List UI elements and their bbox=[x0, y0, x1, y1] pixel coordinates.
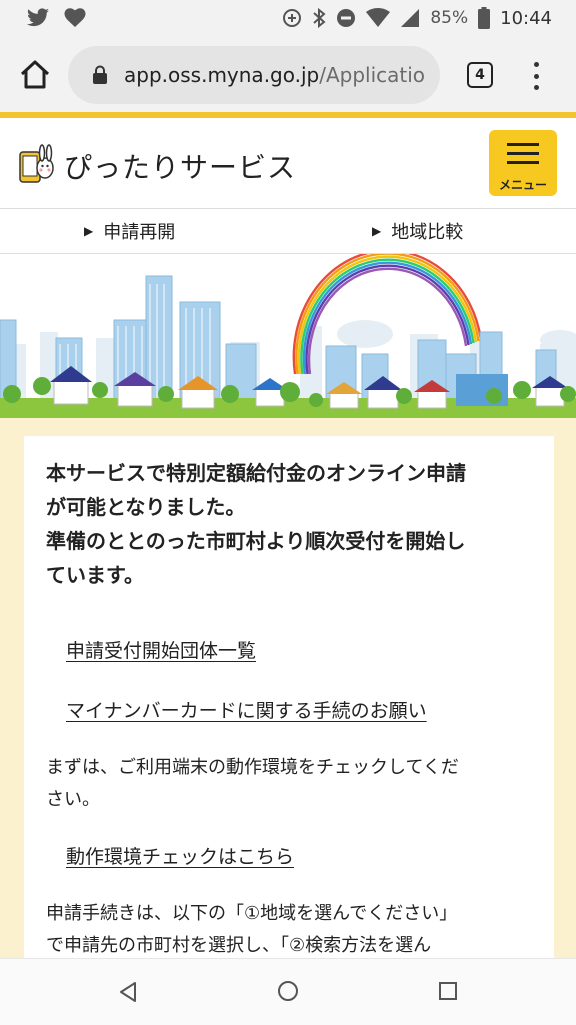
lead-line: 準備のととのった市町村より順次受付を開始し bbox=[46, 529, 466, 553]
browser-toolbar: app.oss.myna.go.jp/Applicatio 4 bbox=[0, 36, 576, 112]
subnav-item-label: 地域比較 bbox=[391, 222, 464, 243]
home-icon bbox=[20, 60, 50, 89]
link-mynumber-card-request[interactable]: マイナンバーカードに関する手続のお願い bbox=[66, 696, 427, 723]
url-text: app.oss.myna.go.jp/Applicatio bbox=[124, 63, 425, 87]
subnav-item-label: 申請再開 bbox=[103, 222, 176, 243]
system-navigation-bar bbox=[0, 958, 576, 1025]
mascot-logo-icon[interactable] bbox=[18, 144, 56, 184]
battery-icon bbox=[478, 7, 491, 29]
subnav-item-resume-application[interactable]: ▶ 申請再開 bbox=[84, 209, 175, 253]
home-circle-icon[interactable] bbox=[277, 980, 299, 1002]
wifi-icon bbox=[366, 8, 391, 27]
back-icon[interactable] bbox=[118, 981, 138, 1003]
triangle-right-icon: ▶ bbox=[84, 224, 94, 238]
more-options-button[interactable] bbox=[527, 59, 545, 93]
recents-square-icon[interactable] bbox=[438, 981, 458, 1001]
env-check-instruction: まずは、ご利用端末の動作環境をチェックしてくだ さい。 bbox=[46, 752, 536, 816]
heart-icon bbox=[64, 8, 86, 28]
home-button[interactable] bbox=[18, 58, 52, 92]
para-line: 申請手続きは、以下の「①地域を選んでください」 bbox=[46, 903, 458, 924]
url-domain: app.oss.myna.go.jp bbox=[124, 63, 320, 87]
link-environment-check[interactable]: 動作環境チェックはこちら bbox=[66, 842, 294, 869]
url-path: /Applicatio bbox=[319, 63, 426, 87]
status-bar: 85% 10:44 bbox=[0, 0, 576, 36]
subnav-item-region-compare[interactable]: ▶ 地域比較 bbox=[372, 209, 463, 253]
lead-line: ています。 bbox=[46, 563, 144, 587]
procedure-instruction: 申請手続きは、以下の「①地域を選んでください」 で申請先の市町村を選択し、「②検… bbox=[46, 898, 536, 962]
address-bar[interactable]: app.oss.myna.go.jp/Applicatio bbox=[68, 46, 440, 104]
signal-icon bbox=[401, 9, 420, 27]
lead-line: が可能となりました。 bbox=[46, 495, 246, 519]
twitter-icon bbox=[27, 8, 49, 27]
para-line: さい。 bbox=[46, 789, 100, 810]
tab-switcher-button[interactable]: 4 bbox=[467, 62, 493, 88]
para-line: まずは、ご利用端末の動作環境をチェックしてくだ bbox=[46, 757, 459, 778]
menu-label: メニュー bbox=[498, 178, 547, 192]
do-not-disturb-icon bbox=[337, 9, 356, 27]
site-header: ぴったりサービス メニュー bbox=[0, 118, 576, 208]
notice-card: 本サービスで特別定額給付金のオンライン申請 が可能となりました。 準備のととのっ… bbox=[24, 436, 554, 966]
lead-line: 本サービスで特別定額給付金のオンライン申請 bbox=[46, 461, 466, 485]
clock: 10:44 bbox=[500, 7, 552, 29]
menu-button[interactable]: メニュー bbox=[489, 130, 557, 196]
sub-navigation: ▶ 申請再開 ▶ 地域比較 bbox=[0, 208, 576, 254]
battery-percent: 85% bbox=[430, 8, 469, 28]
link-application-org-list[interactable]: 申請受付開始団体一覧 bbox=[66, 636, 256, 663]
bluetooth-icon bbox=[313, 7, 326, 29]
data-saver-icon bbox=[283, 9, 302, 27]
announcement-lead: 本サービスで特別定額給付金のオンライン申請 が可能となりました。 準備のととのっ… bbox=[46, 456, 536, 592]
site-title[interactable]: ぴったりサービス bbox=[64, 146, 296, 186]
lock-icon bbox=[93, 65, 107, 84]
hero-cityscape-illustration bbox=[0, 254, 576, 420]
tab-count: 4 bbox=[475, 67, 485, 83]
triangle-right-icon: ▶ bbox=[372, 224, 382, 238]
